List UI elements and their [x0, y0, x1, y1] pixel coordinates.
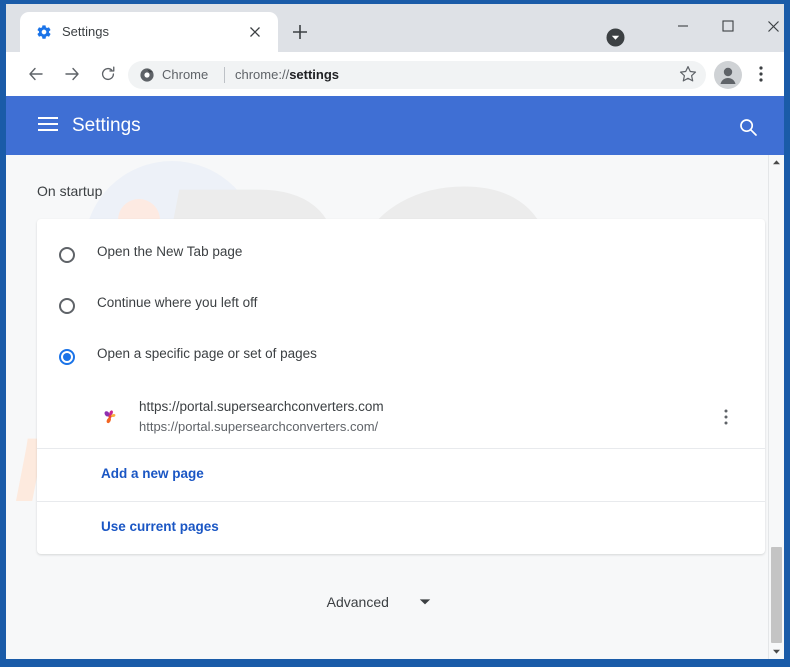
- gear-icon: [36, 24, 52, 40]
- window-minimize-button[interactable]: [667, 12, 699, 40]
- startup-settings-card: Open the New Tab page Continue where you…: [37, 219, 765, 554]
- radio-label: Continue where you left off: [97, 295, 257, 310]
- reload-icon[interactable]: [94, 60, 122, 88]
- startup-radio-group: Open the New Tab page Continue where you…: [37, 219, 765, 384]
- radio-option-specific-pages[interactable]: Open a specific page or set of pages: [37, 333, 765, 384]
- three-dot-menu-icon[interactable]: [716, 406, 736, 428]
- search-icon[interactable]: [738, 117, 758, 137]
- chrome-logo-icon: [140, 68, 154, 82]
- advanced-toggle[interactable]: Advanced: [6, 593, 752, 611]
- star-icon[interactable]: [678, 64, 698, 84]
- scrollbar[interactable]: [768, 155, 784, 659]
- settings-header-bar: Settings: [6, 96, 784, 155]
- scroll-up-arrow-icon[interactable]: [769, 155, 784, 170]
- three-dot-menu-icon[interactable]: [752, 64, 770, 84]
- omnibox-url-text: chrome://settings: [235, 67, 339, 82]
- tab-title: Settings: [62, 24, 109, 39]
- radio-label: Open the New Tab page: [97, 244, 242, 259]
- section-title: On startup: [37, 183, 102, 199]
- window-maximize-button[interactable]: [712, 12, 744, 40]
- radio-ring: [59, 247, 75, 263]
- radio-dot: [63, 353, 71, 361]
- browser-window: Settings: [0, 0, 790, 667]
- use-current-pages-link[interactable]: Use current pages: [37, 502, 765, 554]
- omnibox-chip-label: Chrome: [162, 67, 208, 82]
- radio-option-new-tab-page[interactable]: Open the New Tab page: [37, 231, 765, 282]
- chevron-down-icon: [419, 593, 431, 611]
- radio-option-continue-where-left-off[interactable]: Continue where you left off: [37, 282, 765, 333]
- startup-page-entry: https://portal.supersearchconverters.com…: [37, 390, 765, 449]
- add-a-new-page-link[interactable]: Add a new page: [37, 449, 765, 502]
- back-arrow-icon[interactable]: [22, 60, 50, 88]
- scroll-down-arrow-icon[interactable]: [769, 644, 784, 659]
- scrollbar-thumb[interactable]: [771, 547, 782, 643]
- tab-strip: Settings: [6, 4, 784, 52]
- radio-label: Open a specific page or set of pages: [97, 346, 317, 361]
- address-bar[interactable]: Chrome chrome://settings: [128, 61, 706, 89]
- tab-settings[interactable]: Settings: [20, 12, 278, 52]
- close-icon[interactable]: [246, 23, 264, 41]
- radio-ring: [59, 298, 75, 314]
- hamburger-icon[interactable]: [38, 117, 58, 133]
- page-title: Settings: [72, 115, 141, 137]
- hamburger-line: [38, 117, 58, 119]
- link-label: Use current pages: [101, 519, 219, 534]
- forward-arrow-icon[interactable]: [58, 60, 86, 88]
- tab-search-dropdown-icon[interactable]: [606, 28, 625, 47]
- browser-window-inner: Settings: [6, 4, 784, 659]
- startup-page-url: https://portal.supersearchconverters.com…: [139, 419, 378, 434]
- url-page: settings: [289, 67, 339, 82]
- url-prefix: chrome://: [235, 67, 289, 82]
- new-tab-button[interactable]: [288, 20, 312, 44]
- pinwheel-favicon: [101, 408, 119, 426]
- window-close-button[interactable]: [757, 12, 784, 40]
- avatar[interactable]: [714, 61, 742, 89]
- settings-page-content: PC risk.com On startup Open the New Tab …: [6, 155, 784, 659]
- omnibox-separator: [224, 67, 225, 83]
- advanced-label: Advanced: [327, 594, 389, 610]
- startup-page-title: https://portal.supersearchconverters.com: [139, 399, 384, 414]
- browser-toolbar: Chrome chrome://settings: [6, 52, 784, 96]
- link-label: Add a new page: [101, 466, 204, 481]
- hamburger-line: [38, 123, 58, 125]
- hamburger-line: [38, 129, 58, 131]
